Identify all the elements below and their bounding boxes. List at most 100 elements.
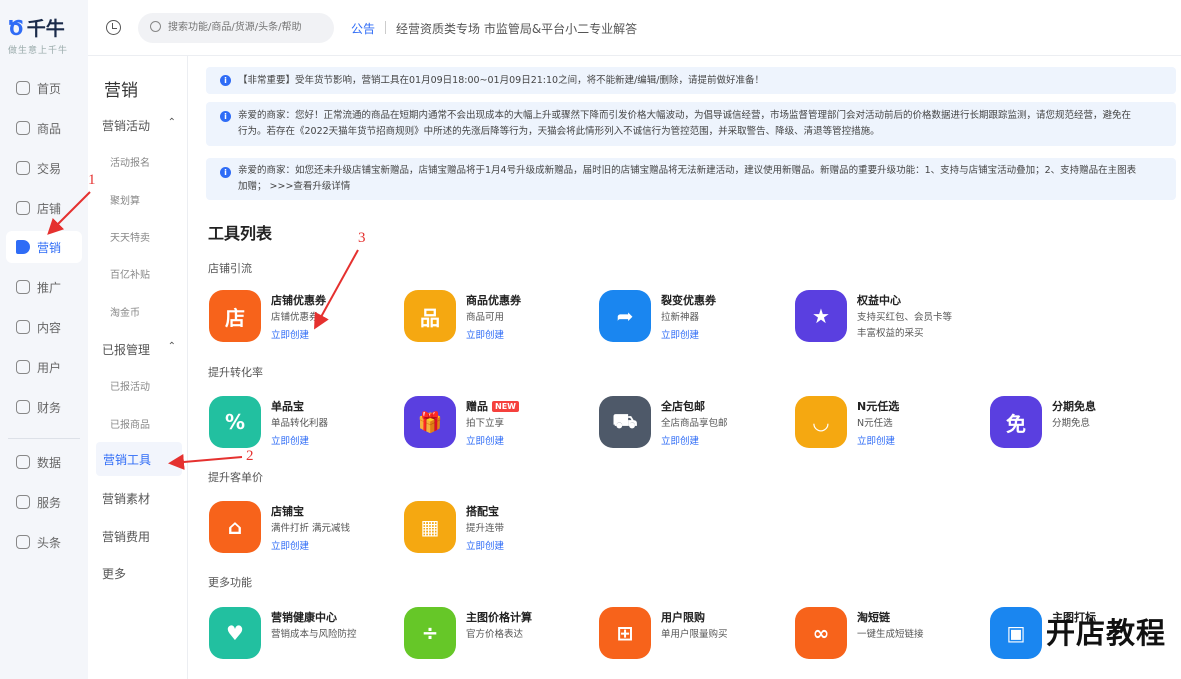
main-content: i 【非常重要】受年货节影响，营销工具在01月09日18:00~01月09日21… [188,56,1181,679]
submenu-item-taojinbi[interactable]: 淘金币 [110,304,140,319]
create-now-link[interactable]: 立即创建 [466,538,504,552]
annotation-number: 3 [358,230,366,246]
info-icon: i [220,75,231,86]
submenu-item-more[interactable]: 更多 [102,565,126,582]
rail-item-shop[interactable]: 店铺 [6,192,82,224]
create-now-link[interactable]: 立即创建 [661,433,699,447]
create-now-link[interactable]: 立即创建 [271,433,309,447]
goods-icon [16,121,30,135]
shop-icon [16,201,30,215]
rail-item-marketing[interactable]: 营销 [6,231,82,263]
home-icon [16,81,30,95]
annotation-number: 2 [246,448,254,464]
rail-item-headline[interactable]: 头条 [6,526,82,558]
rail-item-trade[interactable]: 交易 [6,152,82,184]
create-now-link[interactable]: 立即创建 [857,433,895,447]
link-icon: ∞ [795,607,847,659]
tool-card-dapeibao[interactable]: ▦ 搭配宝 提升连带 立即创建 [404,501,594,561]
rail-item-data[interactable]: 数据 [6,446,82,478]
truck-icon: ⛟ [599,396,651,448]
notice-divider [385,21,386,34]
tool-card-price-calc[interactable]: ÷ 主图价格计算 官方价格表达 [404,607,594,667]
calculator-icon: ÷ [404,607,456,659]
submenu-group-activities[interactable]: 营销活动 ⌃ [102,117,182,134]
submenu-title: 营销 [104,81,138,101]
promote-icon [16,280,30,294]
rail-item-home[interactable]: 首页 [6,72,82,104]
new-badge: NEW [492,401,519,412]
rail-item-service[interactable]: 服务 [6,486,82,518]
gift-icon: 🎁 [404,396,456,448]
marketing-submenu: 营销 营销活动 ⌃ 活动报名 聚划算 天天特卖 百亿补贴 淘金币 已报管理 ⌃ 已报… [88,56,188,679]
submenu-item-costs[interactable]: 营销费用 [102,528,150,545]
create-now-link[interactable]: 立即创建 [466,433,504,447]
health-icon: ♥ [209,607,261,659]
rail-item-goods[interactable]: 商品 [6,112,82,144]
tool-card-rights-center[interactable]: ★ 权益中心 支持买红包、会员卡等 丰富权益的采买 [795,290,985,350]
alert-banner: i 亲爱的商家：您好！正常流通的商品在短期内通常不会出现成本的大幅上升或骤然下降… [206,102,1176,146]
tool-card-short-link[interactable]: ∞ 淘短链 一键生成短链接 [795,607,985,667]
caret-up-icon: ⌃ [167,117,176,128]
caret-up-icon: ⌃ [167,341,176,352]
submenu-item-subsidy[interactable]: 百亿补贴 [110,266,150,281]
upgrade-details-link[interactable]: 加赠； >>>查看升级详情 [238,179,350,194]
tool-card-danpinbao[interactable]: % 单品宝 单品转化利器 立即创建 [209,396,399,456]
left-nav-rail: Ծ 千牛 做生意上千牛 首页 商品 交易 店铺 营销 推广 内容 用户 财务 数据… [0,0,88,679]
submenu-group-registered[interactable]: 已报管理 ⌃ [102,341,182,358]
logo-tagline: 做生意上千牛 [8,46,69,56]
cart-limit-icon: ⊞ [599,607,651,659]
star-badge-icon: ★ [795,290,847,342]
alert-banner: i 【非常重要】受年货节影响，营销工具在01月09日18:00~01月09日21… [206,67,1176,94]
submenu-item-activity-signup[interactable]: 活动报名 [110,154,150,169]
tool-card-free-shipping[interactable]: ⛟ 全店包邮 全店商品享包邮 立即创建 [599,396,789,456]
installment-icon: 免 [990,396,1042,448]
submenu-item-juhuasuan[interactable]: 聚划算 [110,192,140,207]
create-now-link[interactable]: 立即创建 [661,327,699,341]
submenu-item-tiantian[interactable]: 天天特卖 [110,229,150,244]
shopping-bag-icon: ◡ [795,396,847,448]
create-now-link[interactable]: 立即创建 [466,327,504,341]
qianniu-logo-icon: Ծ [8,15,24,40]
layout-icon: ▦ [404,501,456,553]
rail-item-promote[interactable]: 推广 [6,271,82,303]
rail-item-finance[interactable]: 财务 [6,391,82,423]
tool-card-shop-coupon[interactable]: 店 店铺优惠券 店铺优惠券 立即创建 [209,290,399,350]
search-input[interactable] [138,13,334,43]
rail-divider [8,438,80,439]
overlay-caption: 开店教程 [1046,616,1167,650]
history-clock-icon[interactable] [106,20,121,35]
tool-card-gift[interactable]: 🎁 赠品 NEW 拍下立享 立即创建 [404,396,594,456]
notice-label[interactable]: 公告 [351,20,375,37]
notice-text[interactable]: 经营资质类专场 市监管局&平台小二专业解答 [396,20,637,37]
service-icon [16,495,30,509]
finance-icon [16,400,30,414]
alert-banner: i 亲爱的商家：如您还未升级店铺宝新赠品，店铺宝赠品将于1月4号升级成新赠品，届… [206,158,1176,200]
tool-card-purchase-limit[interactable]: ⊞ 用户限购 单用户限量购买 [599,607,789,667]
submenu-item-registered-goods[interactable]: 已报商品 [110,416,150,431]
submenu-item-marketing-tools[interactable]: 营销工具 [96,442,182,476]
mark-icon: ▣ [990,607,1042,659]
ticket-icon: 品 [404,290,456,342]
tool-card-installment[interactable]: 免 分期免息 分期免息 [990,396,1180,456]
logo-name: 千牛 [26,18,65,40]
tool-card-health-center[interactable]: ♥ 营销健康中心 营销成本与风险防控 [209,607,399,667]
coupon-icon: 店 [209,290,261,342]
submenu-item-registered-activities[interactable]: 已报活动 [110,378,150,393]
create-now-link[interactable]: 立即创建 [271,327,309,341]
discount-tag-icon: % [209,396,261,448]
tool-card-dianpubao[interactable]: ⌂ 店铺宝 满件打折 满元减钱 立即创建 [209,501,399,561]
info-icon: i [220,167,231,178]
data-icon [16,455,30,469]
rail-item-user[interactable]: 用户 [6,351,82,383]
store-icon: ⌂ [209,501,261,553]
share-arrow-icon: ➦ [599,290,651,342]
rail-item-content[interactable]: 内容 [6,311,82,343]
submenu-item-materials[interactable]: 营销素材 [102,490,150,507]
tool-card-item-coupon[interactable]: 品 商品优惠券 商品可用 立即创建 [404,290,594,350]
tool-card-fission-coupon[interactable]: ➦ 裂变优惠券 拉新神器 立即创建 [599,290,789,350]
qianniu-logo[interactable]: Ծ 千牛 做生意上千牛 [8,14,80,57]
tool-card-n-yuan[interactable]: ◡ N元任选 N元任选 立即创建 [795,396,985,456]
create-now-link[interactable]: 立即创建 [271,538,309,552]
user-icon [16,360,30,374]
trade-icon [16,161,30,175]
